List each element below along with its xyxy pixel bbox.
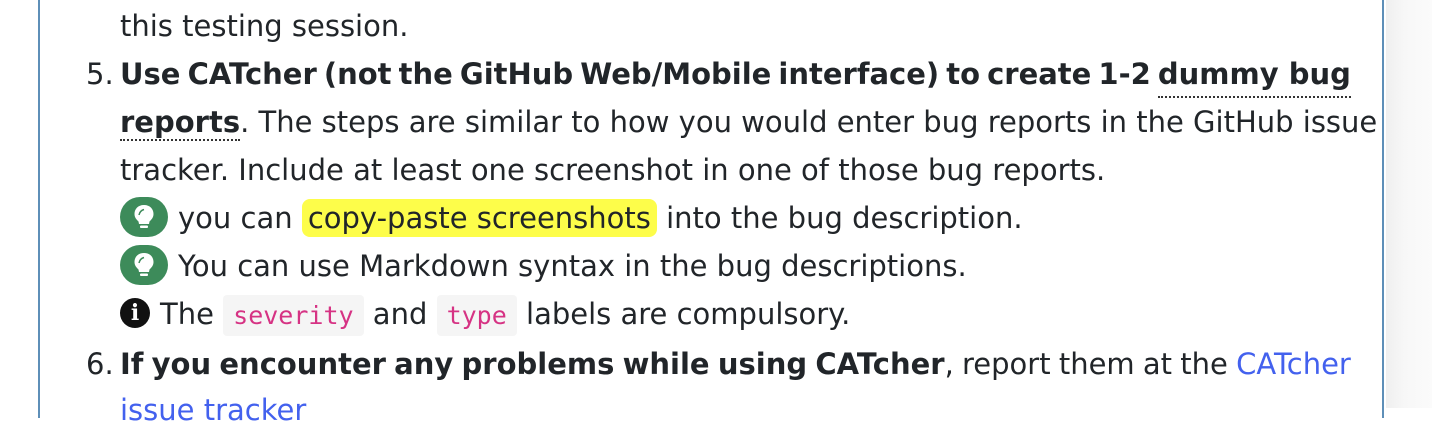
- info-icon: i: [120, 298, 150, 328]
- item5-word: GitHub: [459, 57, 574, 91]
- info-pre: The: [160, 297, 214, 331]
- item6-word: at: [1142, 347, 1173, 381]
- item6-word: report: [962, 347, 1051, 381]
- list-number-6: 6.: [86, 347, 114, 381]
- tip-screenshots: you can copy-paste screenshots into the …: [120, 194, 1351, 242]
- code-severity: severity: [223, 295, 364, 336]
- item6-bold-catcher: CATcher: [815, 347, 945, 381]
- info-post: labels are compulsory.: [526, 297, 851, 331]
- item5-word: Use: [120, 57, 181, 91]
- item6-word: you: [151, 347, 212, 381]
- item6-word: problems: [461, 347, 615, 381]
- item5-word: interface): [778, 57, 940, 91]
- tip-markdown: You can use Markdown syntax in the bug d…: [120, 242, 1351, 290]
- previous-item-tail: this testing session.: [120, 9, 409, 43]
- list-number-5: 5.: [86, 57, 114, 91]
- item6-line1: If you encounter any problems while usin…: [120, 340, 1351, 388]
- code-type: type: [436, 295, 517, 336]
- item6-word: them: [1058, 347, 1135, 381]
- item6-comma: ,: [944, 347, 954, 381]
- item5-word: 1-2: [1098, 57, 1151, 91]
- item5-word: (not: [323, 57, 392, 91]
- item6-word: while: [622, 347, 710, 381]
- dummy-bug-reports-term-cont[interactable]: reports: [120, 105, 241, 141]
- tip1-pre: you can: [178, 201, 293, 235]
- item5-line2-text: . The steps are similar to how you would…: [240, 105, 1378, 139]
- item5-word: the: [398, 57, 453, 91]
- item5-word: CATcher: [187, 57, 317, 91]
- lightbulb-icon: [120, 245, 168, 285]
- info-labels: i The severity and type labels are compul…: [120, 290, 1351, 338]
- lightbulb-icon: [120, 197, 168, 237]
- item6-word: CATcher,: [815, 340, 953, 388]
- info-mid: and: [372, 297, 428, 331]
- item6-word: If: [120, 347, 144, 381]
- item5-word: to: [946, 57, 980, 91]
- highlighted-text: copy-paste screenshots: [301, 199, 657, 237]
- item6-word: any: [394, 347, 454, 381]
- item5-line1: Use CATcher (not the GitHub Web/Mobile i…: [120, 50, 1351, 98]
- item5-word: Web/Mobile: [580, 57, 772, 91]
- item6-word: the: [1180, 347, 1228, 381]
- catcher-link[interactable]: CATcher: [1236, 340, 1351, 388]
- issue-tracker-link[interactable]: issue tracker: [120, 386, 1351, 434]
- dummy-bug-reports-term[interactable]: dummy bug: [1157, 50, 1351, 98]
- item5-word: create: [987, 57, 1092, 91]
- item6-word: encounter: [219, 347, 386, 381]
- item5-line2: reports. The steps are similar to how yo…: [120, 98, 1377, 146]
- scrollbar-track[interactable]: [1386, 0, 1432, 408]
- tip2-text: You can use Markdown syntax in the bug d…: [178, 249, 967, 283]
- item6-word: using: [717, 347, 808, 381]
- tip1-post: into the bug description.: [666, 201, 1023, 235]
- item5-line3: tracker. Include at least one screenshot…: [120, 153, 1106, 187]
